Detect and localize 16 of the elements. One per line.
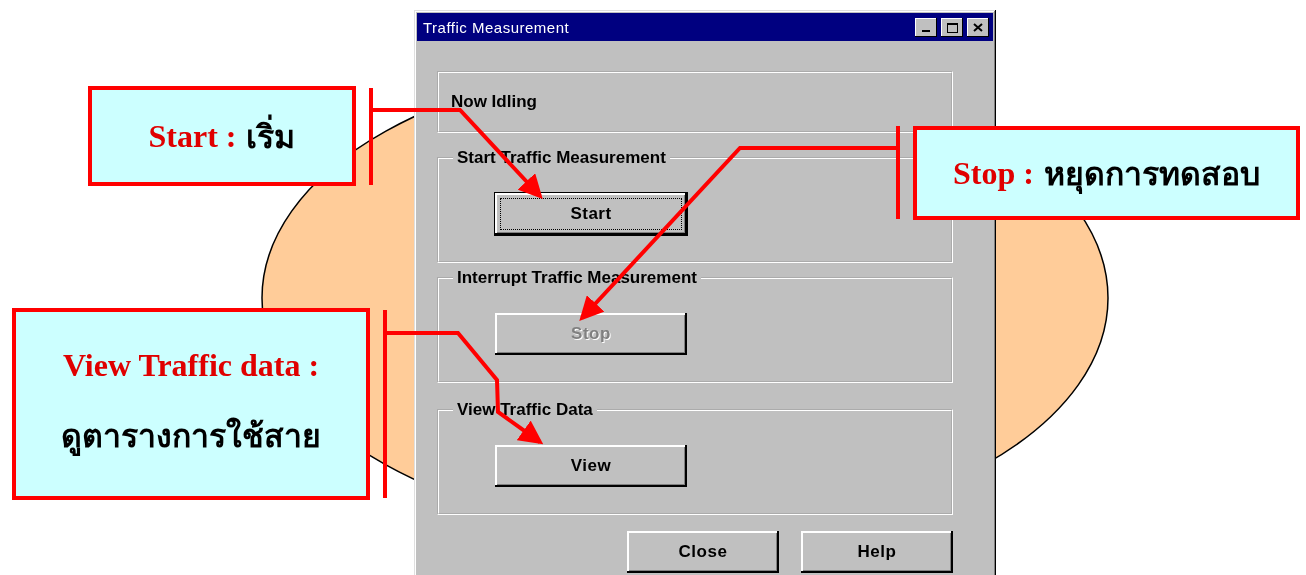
minimize-icon (922, 30, 930, 32)
callout-meaning: ดูตารางการใช้สาย (61, 416, 321, 458)
callout-term: View Traffic data : (62, 347, 320, 384)
callout-meaning: เริ่ม (246, 110, 296, 162)
callout-meaning: หยุดการทดสอบ (1043, 154, 1260, 196)
window-title: Traffic Measurement (423, 18, 571, 36)
maximize-button[interactable] (941, 17, 963, 37)
minimize-button[interactable] (915, 17, 937, 37)
callout-term: Start : (148, 117, 237, 155)
action-button[interactable]: View (495, 445, 687, 487)
close-button[interactable] (967, 17, 989, 37)
dialog-button[interactable]: Help (801, 531, 953, 573)
status-text: Now Idling (451, 92, 537, 112)
callout-term: Stop : (953, 154, 1034, 192)
dialog-button[interactable]: Close (627, 531, 779, 573)
action-button[interactable]: Start (495, 193, 687, 235)
